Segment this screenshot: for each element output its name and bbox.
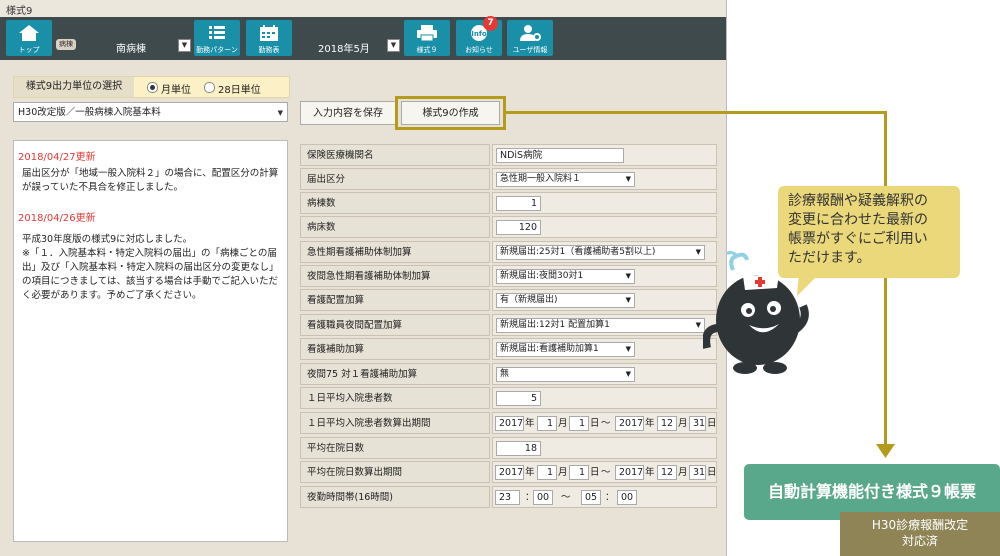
unit-select-label: 様式9出力単位の選択 — [14, 77, 134, 97]
form-row-night75: 夜間75 対１看護補助加算 無 ▼ — [300, 363, 717, 386]
from-minute-input[interactable]: 00 — [533, 490, 553, 505]
form-row-institution: 保険医療機関名 NDiS病院 — [300, 144, 717, 167]
avg-stay-input[interactable]: 18 — [496, 441, 541, 456]
month-value[interactable]: 2018年5月 — [318, 40, 370, 55]
form-row-night-hours: 夜勤時間帯(16時間) 23 ： 00 〜 05 ： 00 — [300, 486, 717, 509]
form-row-night-staff: 看護職員夜間配置加算 新規届出:12対1 配置加算1 ▼ — [300, 314, 717, 337]
note-text: 平成30年度版の様式9に対応しました。 ※「１．入院基本料・特定入院料の届出」の… — [22, 234, 279, 301]
chevron-down-icon: ▼ — [625, 272, 631, 280]
radio-monthly[interactable] — [147, 82, 158, 93]
connector-line — [884, 111, 887, 448]
chevron-down-icon: ▼ — [695, 248, 701, 256]
to-year-input[interactable]: 2017 — [615, 465, 644, 480]
wards-input[interactable]: 1 — [496, 196, 541, 211]
save-button[interactable]: 入力内容を保存 — [300, 101, 396, 125]
from-day-input[interactable]: 1 — [569, 416, 589, 431]
chevron-down-icon: ▼ — [625, 370, 631, 378]
form-row-stay-period: 平均在院日数算出期間 2017 年 1 月 1 日 ～ 2017 年 12 月 … — [300, 461, 717, 484]
from-day-input[interactable]: 1 — [569, 465, 589, 480]
institution-input[interactable]: NDiS病院 — [496, 148, 624, 163]
mascot-character — [703, 250, 809, 374]
news-count-badge: 7 — [483, 16, 498, 31]
user-gear-icon — [507, 24, 553, 42]
radio-28day-label[interactable]: 28日単位 — [218, 81, 261, 96]
form-row-beds: 病床数 120 — [300, 216, 717, 239]
printer-icon — [404, 24, 450, 42]
chevron-down-icon: ▼ — [625, 296, 631, 304]
update-notes: 2018/04/27更新 届出区分が「地域一般入院料２」の場合に、配置区分の計算… — [13, 140, 288, 542]
to-day-input[interactable]: 31 — [689, 465, 706, 480]
form-row-nurse-assist: 看護補助加算 新規届出:看護補助加算1 ▼ — [300, 338, 717, 361]
form-row-wards: 病棟数 1 — [300, 192, 717, 215]
ward-dropdown-icon[interactable]: ▼ — [178, 39, 191, 52]
acute-assist-select[interactable]: 新規届出:25対1（看護補助者5割以上) ▼ — [496, 245, 705, 260]
title-bar: 様式9 — [0, 0, 726, 18]
radio-28day[interactable] — [204, 82, 215, 93]
from-year-input[interactable]: 2017 — [495, 465, 524, 480]
window-title: 様式9 — [6, 6, 33, 17]
info-icon-text: Info — [471, 30, 487, 38]
home-icon — [6, 24, 52, 42]
nurse-assist-select[interactable]: 新規届出:看護補助加算1 ▼ — [496, 342, 635, 357]
nurse-placement-select[interactable]: 有（新規届出) ▼ — [496, 293, 635, 308]
chevron-down-icon: ▼ — [277, 109, 283, 117]
to-month-input[interactable]: 12 — [657, 416, 677, 431]
form-row-night-acute-assist: 夜間急性期看護補助体制加算 新規届出:夜間30対1 ▼ — [300, 265, 717, 288]
calendar-icon — [246, 24, 292, 42]
to-hour-input[interactable]: 05 — [581, 490, 601, 505]
form9-button[interactable]: 様式９ — [404, 20, 450, 56]
to-minute-input[interactable]: 00 — [617, 490, 637, 505]
unit-select-box: 様式9出力単位の選択 月単位 28日単位 — [13, 76, 290, 98]
daily-patients-input[interactable]: 5 — [496, 391, 541, 406]
to-year-input[interactable]: 2017 — [615, 416, 644, 431]
form-row-daily-patients: １日平均入院患者数 5 — [300, 387, 717, 410]
roster-button[interactable]: 勤務表 — [246, 20, 292, 56]
month-dropdown-icon[interactable]: ▼ — [387, 39, 400, 52]
form-row-avg-stay: 平均在院日数 18 — [300, 437, 717, 460]
night-staff-select[interactable]: 新規届出:12対1 配置加算1 ▼ — [496, 318, 705, 333]
ward-value[interactable]: 南病棟 — [116, 40, 146, 55]
form-row-category: 届出区分 急性期一般入院料１ ▼ — [300, 168, 717, 191]
to-month-input[interactable]: 12 — [657, 465, 677, 480]
from-month-input[interactable]: 1 — [537, 465, 557, 480]
chevron-down-icon: ▼ — [625, 175, 631, 183]
from-month-input[interactable]: 1 — [537, 416, 557, 431]
category-select[interactable]: 急性期一般入院料１ ▼ — [496, 172, 635, 187]
beds-input[interactable]: 120 — [496, 220, 541, 235]
version-select[interactable]: H30改定版／一般病棟入院基本料 ▼ — [13, 102, 288, 122]
note-date: 2018/04/26更新 — [18, 213, 96, 224]
night75-select[interactable]: 無 ▼ — [496, 367, 635, 382]
radio-monthly-label[interactable]: 月単位 — [161, 81, 191, 96]
arrow-down-icon — [876, 444, 895, 458]
app-window: 様式9 トップ 病棟 南病棟 ▼ 勤務パターン 勤務表 2018年5月 ▼ 様式… — [0, 0, 727, 556]
form-row-acute-assist: 急性期看護補助体制加算 新規届出:25対1（看護補助者5割以上) ▼ — [300, 241, 717, 264]
night-acute-assist-select[interactable]: 新規届出:夜間30対1 ▼ — [496, 269, 635, 284]
top-button[interactable]: トップ — [6, 20, 52, 56]
from-year-input[interactable]: 2017 — [495, 416, 524, 431]
pattern-button[interactable]: 勤務パターン — [194, 20, 240, 56]
connector-line — [506, 111, 887, 114]
list-icon — [194, 24, 240, 42]
toolbar: トップ 病棟 南病棟 ▼ 勤務パターン 勤務表 2018年5月 ▼ 様式９ In… — [0, 17, 726, 60]
user-button[interactable]: ユーザ情報 — [507, 20, 553, 56]
chevron-down-icon: ▼ — [695, 321, 701, 329]
chevron-down-icon: ▼ — [625, 345, 631, 353]
form-row-nurse-placement: 看護配置加算 有（新規届出) ▼ — [300, 289, 717, 312]
revision-badge: H30診療報酬改定 対応済 — [840, 512, 1000, 556]
form-row-patients-period: １日平均入院患者数算出期間 2017 年 1 月 1 日 ～ 2017 年 12… — [300, 412, 717, 435]
create-button-highlight — [395, 96, 506, 130]
ward-pill: 病棟 — [56, 39, 76, 50]
from-hour-input[interactable]: 23 — [495, 490, 520, 505]
note-text: 届出区分が「地域一般入院料２」の場合に、配置区分の計算が誤っていた不具合を修正し… — [22, 168, 279, 193]
note-date: 2018/04/27更新 — [18, 152, 96, 163]
to-day-input[interactable]: 31 — [689, 416, 706, 431]
